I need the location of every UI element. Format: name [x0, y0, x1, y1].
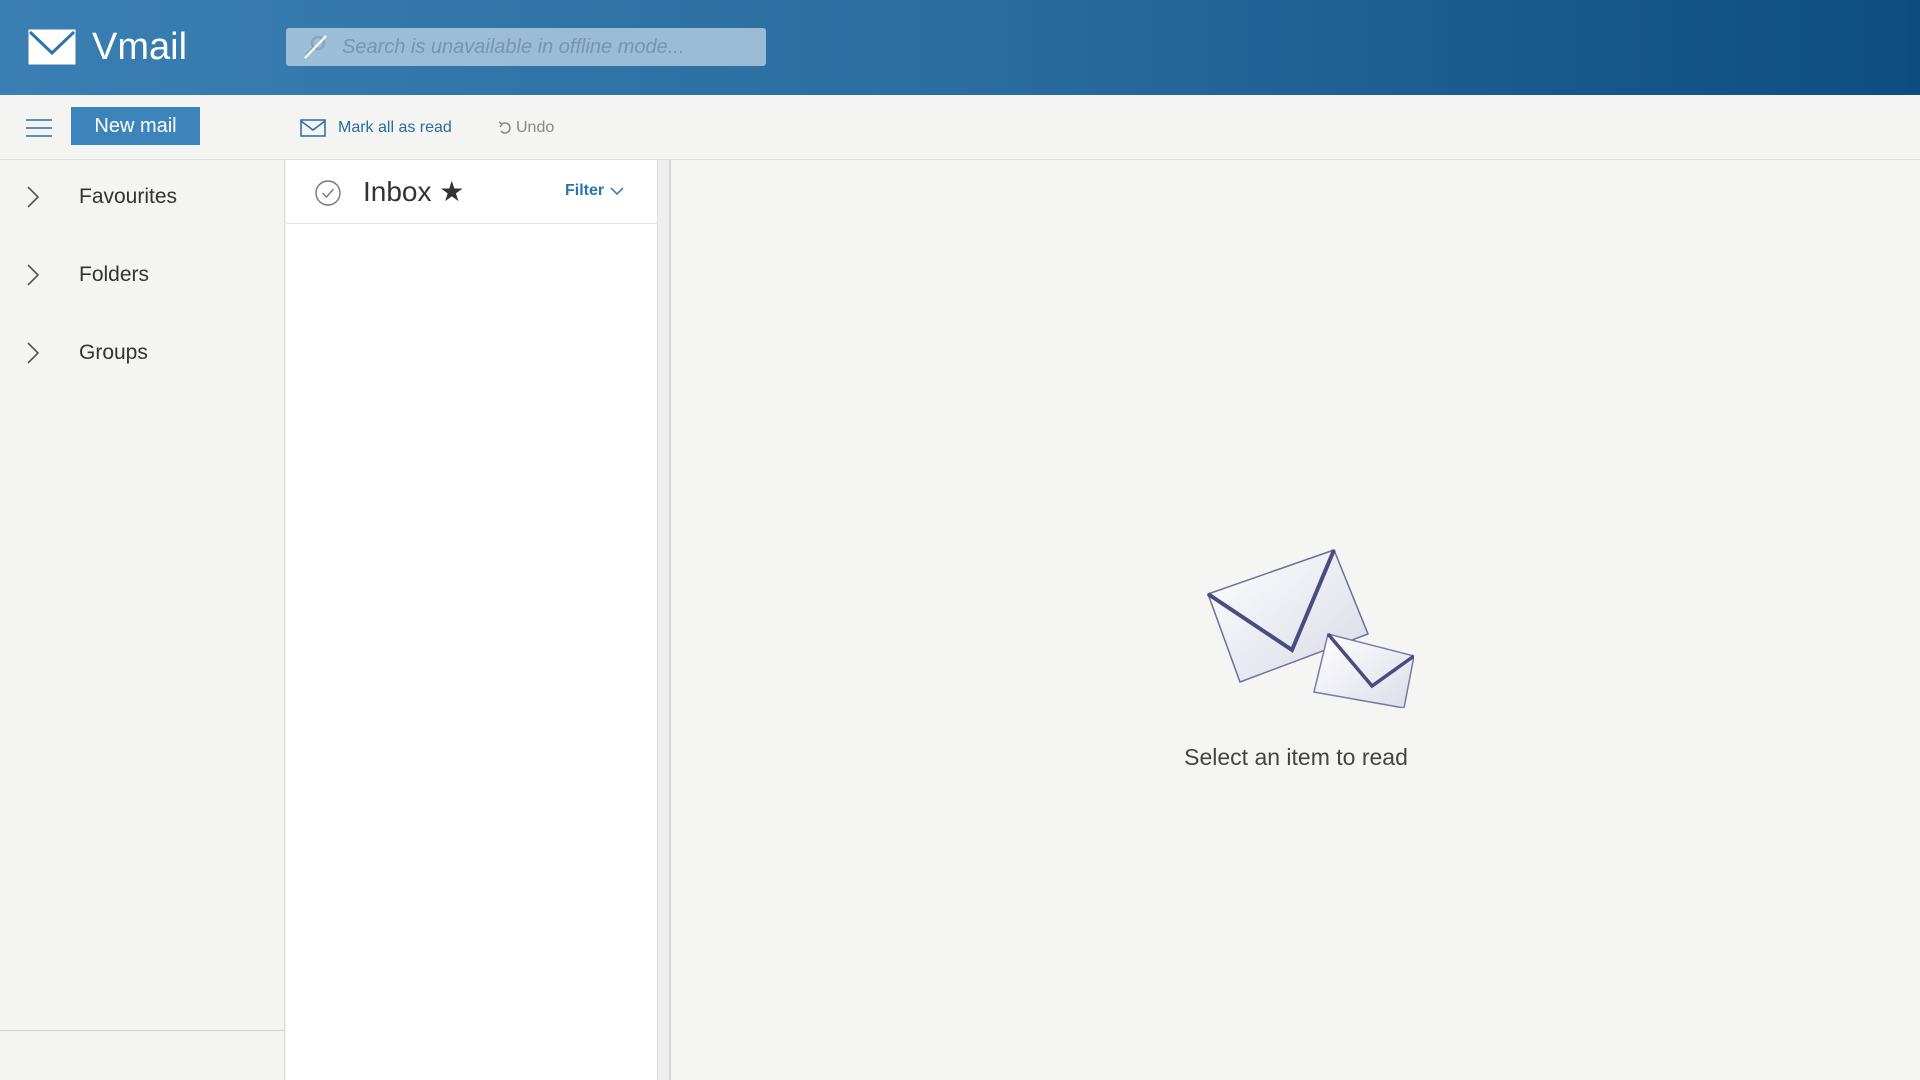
- message-list-header: Inbox ★ Filter: [286, 160, 658, 224]
- search-box[interactable]: [286, 28, 766, 66]
- chevron-right-icon: [27, 264, 40, 286]
- chevron-right-icon: [27, 342, 40, 364]
- filter-button[interactable]: Filter: [565, 182, 624, 200]
- message-list: Inbox ★ Filter: [286, 160, 658, 1080]
- undo-icon: [498, 121, 511, 134]
- search-input[interactable]: [342, 35, 742, 59]
- mark-all-read-label: Mark all as read: [338, 119, 452, 136]
- sidebar-item-label: Groups: [79, 341, 148, 364]
- sidebar-item-favourites[interactable]: Favourites: [0, 172, 285, 222]
- folder-title: Inbox ★: [363, 176, 465, 207]
- envelopes-illustration-icon: [1206, 549, 1414, 708]
- message-list-scrollbar[interactable]: [658, 160, 670, 1080]
- filter-label: Filter: [565, 182, 605, 199]
- sidebar-item-label: Folders: [79, 263, 150, 286]
- select-all-check-icon[interactable]: [314, 179, 342, 207]
- sidebar-footer-divider: [0, 1030, 285, 1031]
- chevron-right-icon: [27, 186, 40, 208]
- sidebar-item-label: Favourites: [79, 185, 178, 208]
- sidebar-item-groups[interactable]: Groups: [0, 328, 285, 378]
- new-mail-button[interactable]: New mail: [71, 107, 200, 145]
- brand[interactable]: Vmail: [28, 24, 187, 70]
- undo-button[interactable]: Undo: [498, 113, 554, 143]
- mail-app: Vmail New mail Mark all as read: [0, 0, 1920, 1080]
- app-name: Vmail: [92, 26, 188, 68]
- search-disabled-icon: [304, 35, 327, 59]
- chevron-down-icon: [610, 187, 624, 196]
- undo-label: Undo: [516, 119, 555, 136]
- top-header: Vmail: [0, 0, 1920, 95]
- mark-all-read-button[interactable]: Mark all as read: [300, 113, 452, 143]
- sidebar-item-folders[interactable]: Folders: [0, 250, 285, 300]
- empty-reading-message: Select an item to read: [1184, 744, 1408, 770]
- command-bar: New mail Mark all as read Undo: [0, 95, 1920, 160]
- reading-pane: Select an item to read: [670, 160, 1920, 1080]
- envelope-icon: [300, 119, 326, 137]
- left-navigation: Favourites Folders Groups: [0, 160, 285, 1080]
- menu-icon[interactable]: [24, 113, 54, 143]
- mail-logo-icon: [28, 29, 76, 65]
